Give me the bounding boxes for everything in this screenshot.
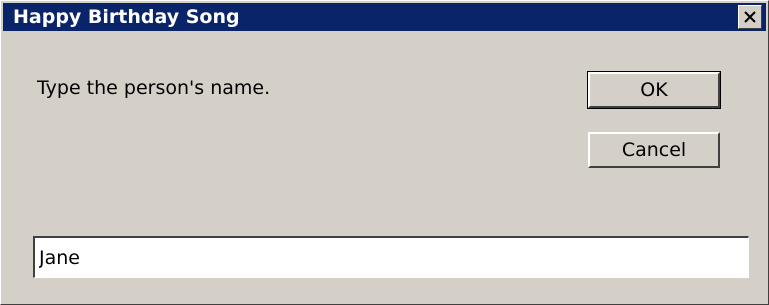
window-title: Happy Birthday Song bbox=[13, 6, 240, 28]
dialog-window: Happy Birthday Song Type the person's na… bbox=[0, 0, 769, 305]
prompt-label: Type the person's name. bbox=[37, 77, 271, 99]
close-button[interactable] bbox=[738, 5, 762, 29]
cancel-button[interactable]: Cancel bbox=[588, 132, 720, 168]
close-icon bbox=[744, 11, 756, 23]
title-bar[interactable]: Happy Birthday Song bbox=[3, 3, 766, 31]
name-input[interactable] bbox=[33, 236, 749, 278]
ok-button[interactable]: OK bbox=[587, 71, 721, 109]
